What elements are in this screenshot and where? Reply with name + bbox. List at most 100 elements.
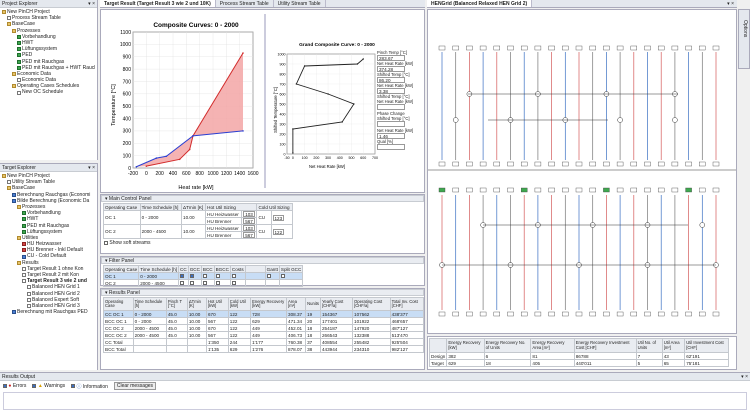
table-row[interactable]: OC 1 0 - 2000 10.00 HU Heizwasser 103 CU… (103, 210, 293, 225)
results-column-header[interactable]: Total Inv. Cost [CHF] (389, 297, 424, 311)
results-cell: CC OC 2 (103, 324, 134, 332)
tab-target-result[interactable]: Target Result (Target Result 3 wie 2 und… (100, 0, 216, 7)
table-row[interactable]: CC OC 10 - 2000 45.0 10.00 670 122 728 308.37 1… (103, 310, 424, 318)
mc-hu2-input[interactable]: 567 (243, 218, 255, 224)
fp-col-schedule: Time Schedule [h] (138, 265, 180, 273)
information-checkbox[interactable] (71, 384, 76, 389)
stream-label-box (575, 187, 583, 193)
pin-icon[interactable]: ▾ × (88, 165, 95, 171)
pin-icon[interactable]: ▾ × (88, 1, 95, 7)
fp-costs-checkbox[interactable] (231, 281, 236, 286)
results-column-header[interactable]: Area [m²] (286, 297, 307, 311)
y-tick-label: 1100 (120, 30, 131, 36)
stream-label-box (438, 45, 446, 51)
hen-summary-cell: 81 (530, 352, 575, 360)
results-cell: 255482 (352, 338, 391, 346)
stream-label-box (479, 45, 487, 51)
y-tick-label: 300 (123, 129, 132, 135)
results-column-header[interactable]: Hot Util [kW] (205, 297, 229, 311)
fp-gcc-checkbox[interactable] (189, 274, 194, 279)
gcc-side-value[interactable] (377, 104, 405, 110)
tree-item[interactable]: New OC Schedule (2, 89, 95, 95)
stream-label-box (644, 45, 651, 51)
fp-bgcc-checkbox[interactable] (215, 281, 220, 286)
tab-hengrid[interactable]: HENGrid (Balanced Relaxed HEN Grid 2) (427, 0, 533, 7)
mc-cu-input[interactable]: 122 (272, 228, 285, 235)
results-cell: 10.00 (186, 310, 207, 318)
table-row[interactable]: BCC OC 10 - 2000 45.0 10.00 567 122 629 471.34… (103, 317, 424, 325)
main-control-panel: ▾ Main Control Panel Operating Case Time… (100, 194, 425, 254)
heat-exchanger-node[interactable] (452, 117, 459, 123)
stream-label-box (589, 45, 596, 51)
stream-label-box (507, 187, 514, 193)
table-row[interactable]: OC 2 2000 - 4500 (102, 279, 304, 287)
results-column-header[interactable]: Cold Util [kW] (227, 297, 252, 311)
composite-chart-ylabel: Temperature [°C] (111, 84, 117, 126)
results-column-header[interactable]: Operating Case (103, 297, 134, 311)
heat-exchanger-node[interactable] (617, 117, 623, 123)
window-controls[interactable]: ▾ × (727, 0, 737, 7)
clear-messages-button[interactable]: Clear messages (113, 382, 157, 390)
information-filter[interactable]: ⓘ Information (71, 383, 108, 390)
options-side-tab[interactable]: Options (738, 9, 750, 69)
results-column-header[interactable]: Yearly Cost [CHF/a] (319, 297, 354, 311)
heat-exchanger-node[interactable] (699, 222, 706, 228)
results-column-header[interactable]: Time Schedule [h] (132, 297, 167, 311)
pin-icon[interactable]: ▾ × (741, 374, 748, 380)
document-icon (7, 16, 11, 21)
errors-filter[interactable]: ● Errors (3, 383, 26, 389)
warnings-filter[interactable]: ▲ Warnings (32, 383, 65, 389)
mc-hu2-input[interactable]: 567 (243, 232, 255, 238)
results-panel-title: ▾ Results Panel (101, 289, 424, 296)
table-row[interactable]: CC Total 1'350 244 1'177 760.38 37 408554 25548… (103, 338, 424, 346)
table-row[interactable]: Target 629 18 405 440'011 5 65 75'181 (428, 359, 729, 367)
fp-split-checkbox[interactable] (280, 274, 285, 279)
errors-checkbox[interactable] (3, 383, 7, 388)
mc-dt[interactable]: 10.00 (181, 224, 207, 239)
fp-cc-checkbox[interactable] (180, 281, 185, 286)
mc-cu-input[interactable]: 123 (272, 214, 285, 221)
stream-label-box (699, 161, 706, 167)
results-column-header[interactable]: Pinch T [°C] (165, 297, 188, 311)
warnings-checkbox[interactable] (32, 383, 37, 388)
stream-label-box (493, 45, 501, 51)
fp-cc-checkbox[interactable] (180, 274, 185, 279)
fp-costs-checkbox[interactable] (231, 274, 236, 279)
table-row[interactable]: CC OC 2 2000 - 4500 45.0 10.00 670 122 449 452.… (103, 324, 424, 332)
gcc-side-value[interactable] (377, 144, 405, 150)
table-row[interactable]: Design 382 6 81 86788 7 43 62'191 (428, 352, 729, 360)
tree-item[interactable]: Berechnung mit Rauchgas PED (2, 309, 95, 315)
hen-grid-diagram[interactable] (428, 10, 736, 333)
tab-utility-stream-table[interactable]: Utility Stream Table (274, 0, 326, 7)
heat-exchanger-node[interactable] (672, 117, 678, 123)
fp-bcc-checkbox[interactable] (202, 274, 207, 279)
show-soft-streams[interactable]: Show soft streams (104, 240, 424, 246)
fp-gantt-checkbox[interactable] (266, 274, 271, 279)
results-output-messages (3, 392, 747, 410)
x-tick-label: 1200 (221, 171, 232, 177)
stream-label-box (644, 161, 651, 167)
target-explorer-title-bar: Target Explorer ▾ × (0, 164, 97, 172)
fp-bcc-checkbox[interactable] (202, 281, 207, 286)
data-point (145, 165, 148, 167)
mc-hu1-input[interactable]: 103 (243, 225, 255, 231)
fp-gcc-checkbox[interactable] (189, 281, 194, 286)
mc-hu1-input[interactable]: 103 (243, 211, 255, 217)
results-column-header[interactable]: Energy Recovery [kW] (250, 297, 288, 311)
tab-process-stream-table[interactable]: Process Stream Table (216, 0, 274, 7)
table-row[interactable]: BCC Total 1'135 629 1'276 878.07 38 443944 2343… (103, 345, 424, 353)
stream-label-box (548, 45, 555, 51)
results-column-header[interactable]: ΔTmin [K] (186, 297, 207, 311)
show-soft-streams-checkbox[interactable] (104, 240, 108, 245)
gcc-side-value[interactable] (377, 121, 405, 127)
fp-col-cc: CC (178, 265, 189, 273)
fp-bgcc-checkbox[interactable] (215, 274, 220, 279)
table-row[interactable]: OC 1 0 - 2000 (102, 272, 304, 280)
mc-dt[interactable]: 10.00 (181, 210, 207, 225)
table-row[interactable]: OC 2 2000 - 4500 10.00 HU Heizwasser 103… (103, 224, 293, 239)
stream-label-box (603, 311, 610, 317)
results-column-header[interactable]: Nunits (305, 297, 321, 311)
table-row[interactable]: BCC OC 2 2000 - 4500 45.0 10.00 567 122 449 406… (103, 331, 424, 339)
results-column-header[interactable]: Operating Cost [CHF/a] (352, 297, 391, 311)
chart-divider[interactable] (264, 14, 266, 188)
